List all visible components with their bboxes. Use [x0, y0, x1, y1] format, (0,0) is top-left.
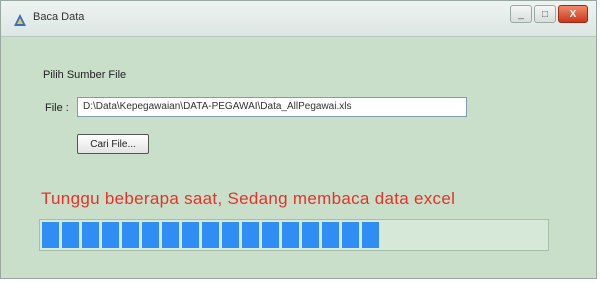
close-button[interactable]: X [558, 5, 588, 23]
progress-segment [362, 222, 379, 248]
progress-segment [282, 222, 299, 248]
progress-segment [162, 222, 179, 248]
progress-segment [142, 222, 159, 248]
progress-segment [182, 222, 199, 248]
form-panel: Pilih Sumber File File : D:\Data\Kepegaw… [17, 49, 587, 265]
window-controls: _ □ X [510, 5, 588, 23]
progress-bar [39, 219, 549, 251]
progress-segment [122, 222, 139, 248]
file-path-field[interactable]: D:\Data\Kepegawaian\DATA-PEGAWAI\Data_Al… [77, 97, 467, 117]
progress-segment [42, 222, 59, 248]
minimize-button[interactable]: _ [510, 5, 532, 23]
progress-segment [202, 222, 219, 248]
progress-segment [302, 222, 319, 248]
progress-segment [322, 222, 339, 248]
progress-segment [262, 222, 279, 248]
window-title: Baca Data [33, 11, 85, 23]
main-window: Baca Data _ □ X Pilih Sumber File File :… [0, 0, 597, 279]
file-section-label: Pilih Sumber File [43, 69, 127, 81]
progress-segment [242, 222, 259, 248]
status-message: Tunggu beberapa saat, Sedang membaca dat… [41, 189, 456, 208]
maximize-button[interactable]: □ [534, 5, 556, 23]
progress-segment [82, 222, 99, 248]
progress-fill [42, 222, 379, 248]
app-icon [14, 14, 26, 26]
title-bar[interactable]: Baca Data _ □ X [1, 1, 596, 37]
file-input-label: File : [45, 102, 69, 114]
progress-segment [342, 222, 359, 248]
browse-file-button[interactable]: Cari File... [77, 134, 149, 154]
progress-segment [222, 222, 239, 248]
progress-segment [102, 222, 119, 248]
progress-segment [62, 222, 79, 248]
